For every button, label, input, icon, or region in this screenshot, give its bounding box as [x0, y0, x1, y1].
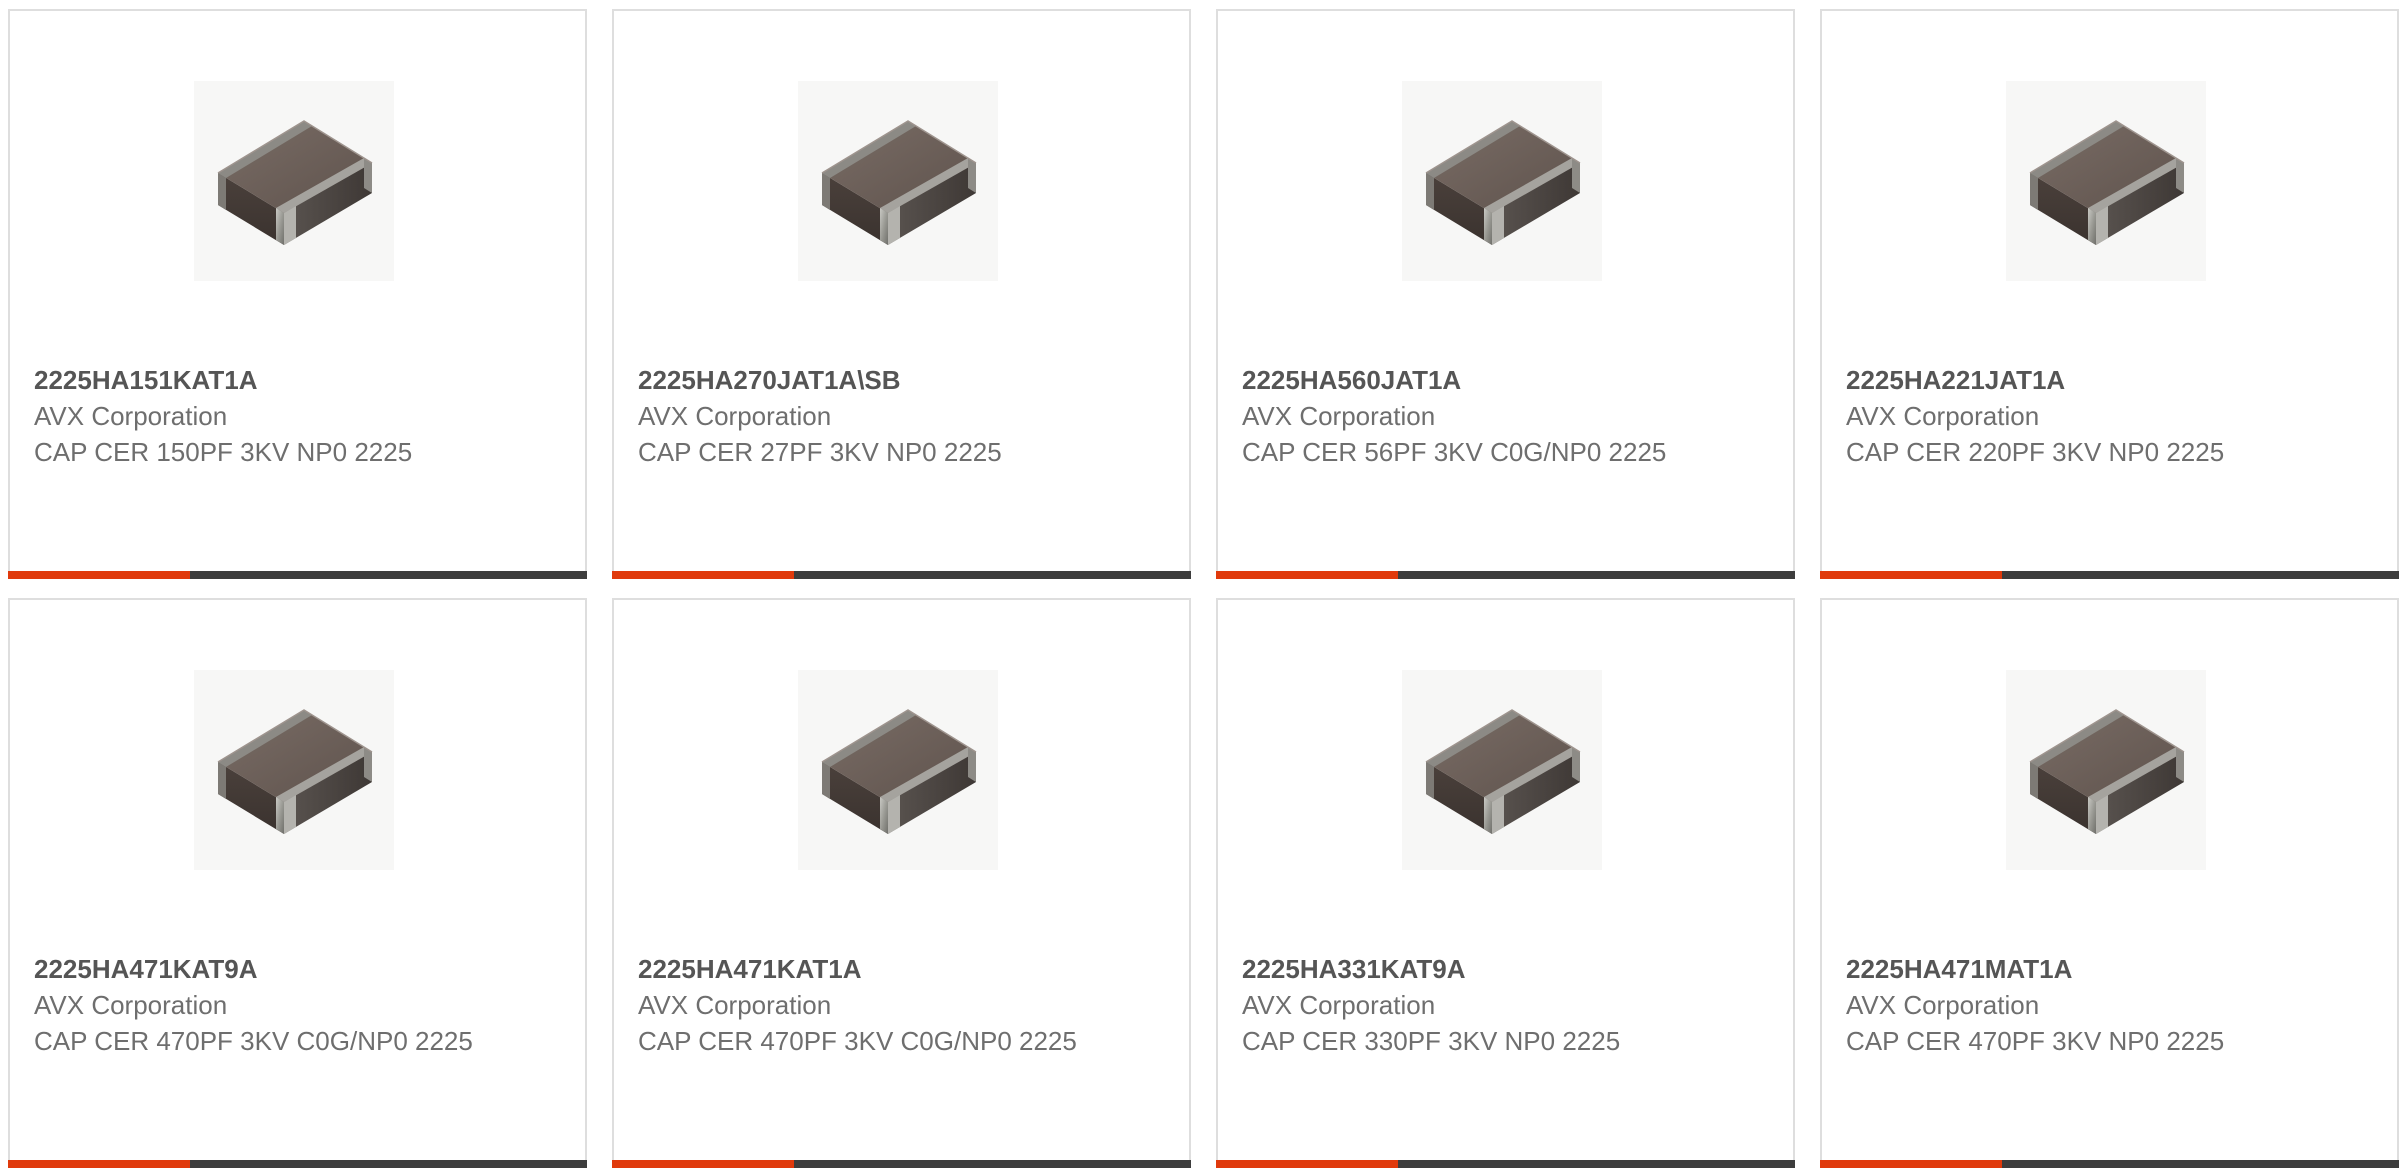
- manufacturer: AVX Corporation: [1242, 401, 1436, 431]
- product-info: 2225HA151KAT1A AVX Corporation CAP CER 1…: [34, 362, 474, 470]
- card-accent-bar: [1216, 571, 1398, 579]
- part-number[interactable]: 2225HA471KAT1A: [638, 951, 1078, 987]
- part-number[interactable]: 2225HA221JAT1A: [1846, 362, 2286, 398]
- description: CAP CER 470PF 3KV C0G/NP0 2225: [638, 1026, 1077, 1056]
- description: CAP CER 150PF 3KV NP0 2225: [34, 437, 413, 467]
- product-card[interactable]: 2225HA151KAT1A AVX Corporation CAP CER 1…: [8, 9, 587, 579]
- product-info: 2225HA331KAT9A AVX Corporation CAP CER 3…: [1242, 951, 1682, 1059]
- card-accent-bar: [8, 571, 190, 579]
- product-grid: 2225HA151KAT1A AVX Corporation CAP CER 1…: [0, 0, 2400, 1168]
- manufacturer: AVX Corporation: [1846, 990, 2040, 1020]
- ceramic-capacitor-image: [194, 670, 394, 870]
- product-card[interactable]: 2225HA471MAT1A AVX Corporation CAP CER 4…: [1820, 598, 2399, 1168]
- ceramic-capacitor-image: [798, 81, 998, 281]
- description: CAP CER 27PF 3KV NP0 2225: [638, 437, 1002, 467]
- card-bottom-bar: [8, 571, 587, 579]
- manufacturer: AVX Corporation: [1242, 990, 1436, 1020]
- ceramic-capacitor-image: [2006, 81, 2206, 281]
- product-info: 2225HA560JAT1A AVX Corporation CAP CER 5…: [1242, 362, 1682, 470]
- ceramic-capacitor-image: [194, 81, 394, 281]
- manufacturer: AVX Corporation: [34, 990, 228, 1020]
- part-number[interactable]: 2225HA331KAT9A: [1242, 951, 1682, 987]
- product-card[interactable]: 2225HA560JAT1A AVX Corporation CAP CER 5…: [1216, 9, 1795, 579]
- product-info: 2225HA471MAT1A AVX Corporation CAP CER 4…: [1846, 951, 2286, 1059]
- ceramic-capacitor-image: [1402, 670, 1602, 870]
- manufacturer: AVX Corporation: [638, 990, 832, 1020]
- description: CAP CER 470PF 3KV NP0 2225: [1846, 1026, 2225, 1056]
- card-bottom-bar: [612, 571, 1191, 579]
- card-accent-bar: [612, 571, 794, 579]
- part-number[interactable]: 2225HA471KAT9A: [34, 951, 474, 987]
- product-card[interactable]: 2225HA331KAT9A AVX Corporation CAP CER 3…: [1216, 598, 1795, 1168]
- description: CAP CER 470PF 3KV C0G/NP0 2225: [34, 1026, 473, 1056]
- product-info: 2225HA270JAT1A\SB AVX Corporation CAP CE…: [638, 362, 1078, 470]
- description: CAP CER 330PF 3KV NP0 2225: [1242, 1026, 1621, 1056]
- part-number[interactable]: 2225HA471MAT1A: [1846, 951, 2286, 987]
- manufacturer: AVX Corporation: [34, 401, 228, 431]
- product-info: 2225HA221JAT1A AVX Corporation CAP CER 2…: [1846, 362, 2286, 470]
- product-card[interactable]: 2225HA471KAT1A AVX Corporation CAP CER 4…: [612, 598, 1191, 1168]
- description: CAP CER 56PF 3KV C0G/NP0 2225: [1242, 437, 1667, 467]
- product-card[interactable]: 2225HA221JAT1A AVX Corporation CAP CER 2…: [1820, 9, 2399, 579]
- ceramic-capacitor-image: [2006, 670, 2206, 870]
- card-bottom-bar: [1820, 571, 2399, 579]
- card-accent-bar: [1820, 571, 2002, 579]
- product-info: 2225HA471KAT1A AVX Corporation CAP CER 4…: [638, 951, 1078, 1059]
- product-info: 2225HA471KAT9A AVX Corporation CAP CER 4…: [34, 951, 474, 1059]
- manufacturer: AVX Corporation: [1846, 401, 2040, 431]
- card-bottom-bar: [1216, 571, 1795, 579]
- product-card[interactable]: 2225HA270JAT1A\SB AVX Corporation CAP CE…: [612, 9, 1191, 579]
- ceramic-capacitor-image: [1402, 81, 1602, 281]
- product-card[interactable]: 2225HA471KAT9A AVX Corporation CAP CER 4…: [8, 598, 587, 1168]
- ceramic-capacitor-image: [798, 670, 998, 870]
- part-number[interactable]: 2225HA151KAT1A: [34, 362, 474, 398]
- part-number[interactable]: 2225HA560JAT1A: [1242, 362, 1682, 398]
- description: CAP CER 220PF 3KV NP0 2225: [1846, 437, 2225, 467]
- manufacturer: AVX Corporation: [638, 401, 832, 431]
- part-number[interactable]: 2225HA270JAT1A\SB: [638, 362, 1078, 398]
